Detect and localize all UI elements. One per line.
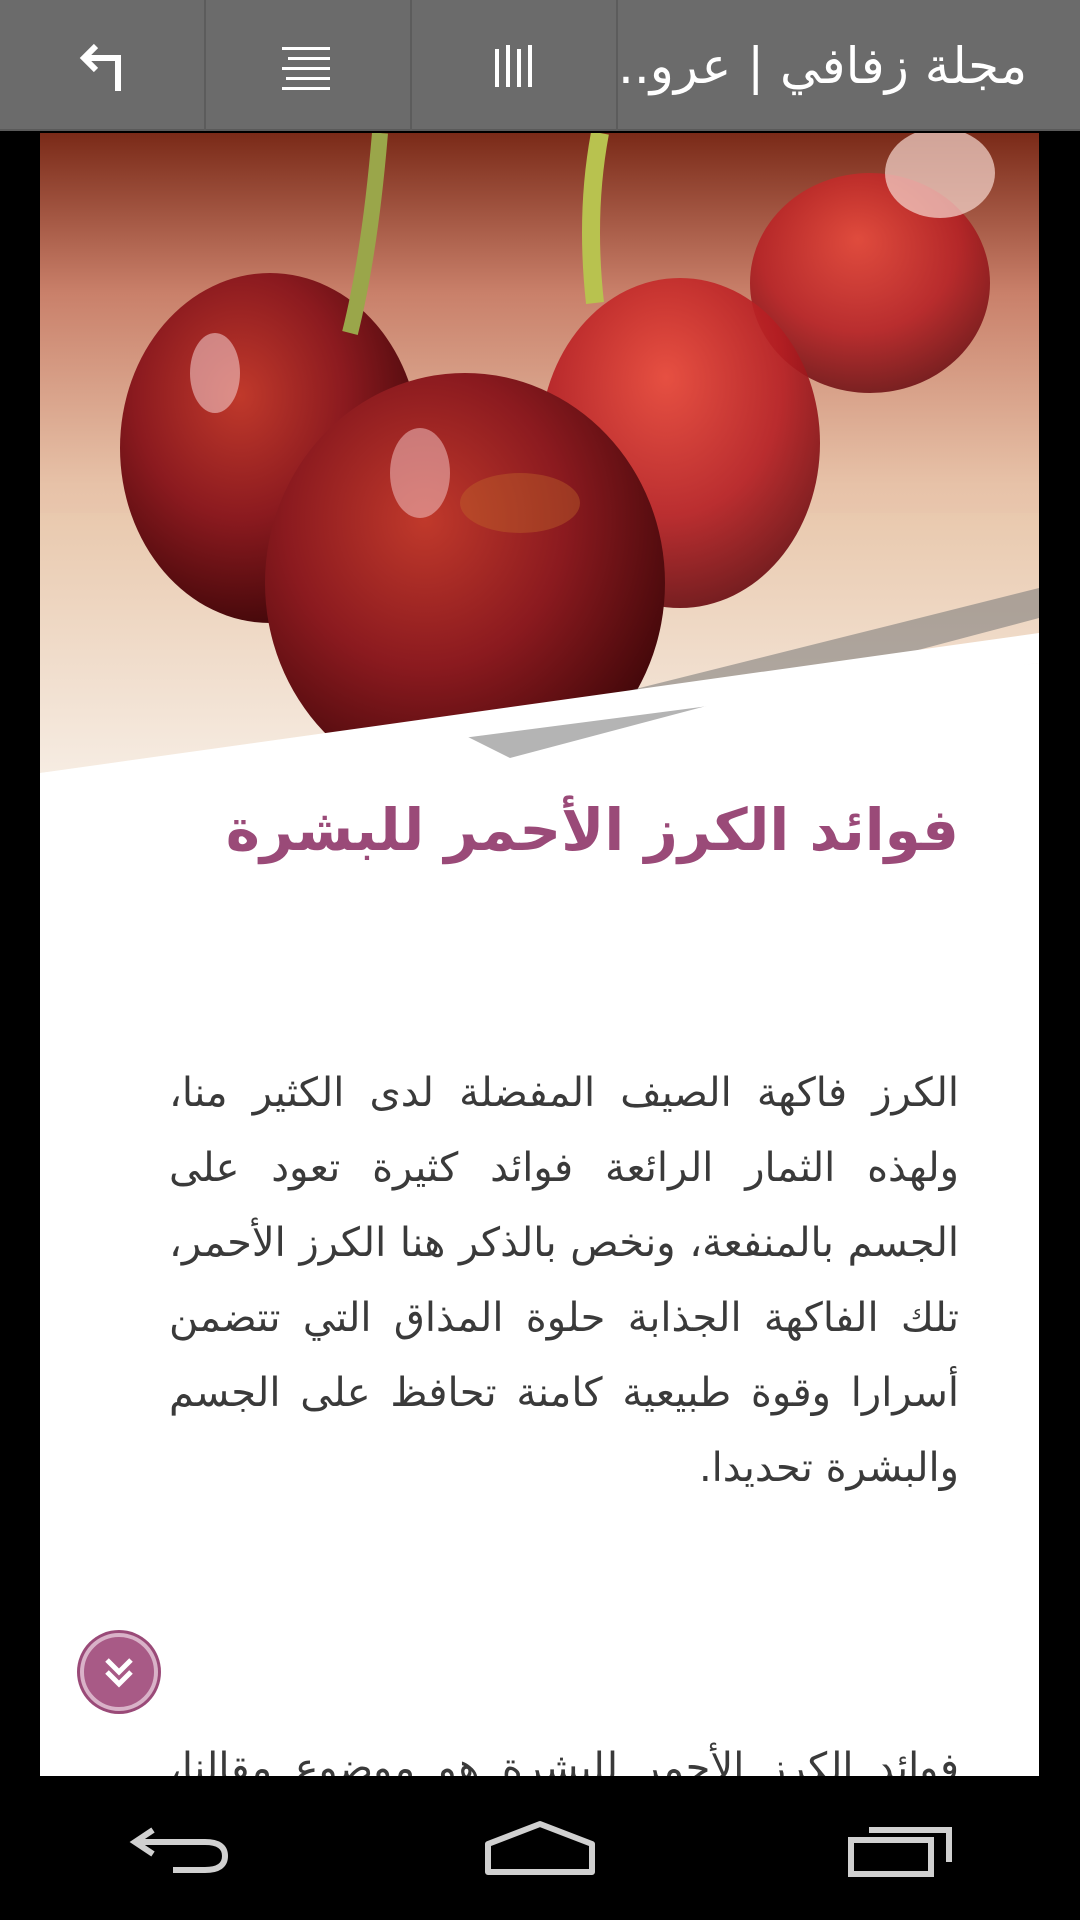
align-text-icon	[282, 46, 330, 90]
top-toolbar: مجلة زفافي | عرو..	[0, 0, 1080, 131]
back-button[interactable]	[0, 0, 206, 131]
hero-image	[40, 133, 1039, 773]
columns-icon	[495, 44, 532, 87]
nav-recents-button[interactable]	[800, 1788, 1000, 1908]
nav-back-icon	[129, 1827, 229, 1873]
nav-back-button[interactable]	[80, 1788, 280, 1908]
back-arrow-icon	[79, 43, 121, 91]
nav-home-icon	[485, 1821, 595, 1875]
columns-button[interactable]	[412, 0, 618, 131]
system-nav-bar	[0, 1776, 1080, 1920]
nav-recents-icon	[848, 1827, 952, 1877]
article-card[interactable]: فوائد الكرز الأحمر للبشرة الكرز فاكهة ال…	[40, 133, 1039, 1776]
article-paragraph: فوائد الكرز الأحمر للبشرة هو موضوع مقالن…	[169, 1745, 959, 1776]
page-title: مجلة زفافي | عرو..	[618, 36, 1028, 95]
double-chevron-down-icon	[105, 1658, 133, 1688]
article-title: فوائد الكرز الأحمر للبشرة	[225, 796, 959, 864]
scroll-down-button[interactable]	[80, 1633, 158, 1711]
text-align-button[interactable]	[206, 0, 412, 131]
app-screen: مجلة زفافي | عرو.. فوائد الكرز الأحمر لل…	[0, 0, 1080, 1920]
nav-home-button[interactable]	[440, 1788, 640, 1908]
article-paragraph: الكرز فاكهة الصيف المفضلة لدى الكثير منا…	[169, 1070, 959, 1491]
